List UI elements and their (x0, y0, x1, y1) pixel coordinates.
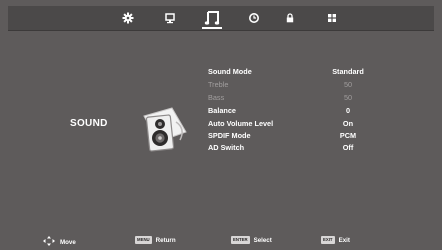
setting-label: SPDIF Mode (208, 131, 251, 141)
setting-label: Bass (208, 92, 225, 102)
gear-icon[interactable] (120, 10, 136, 26)
setting-label: AD Switch (208, 143, 245, 152)
setting-balance[interactable]: Balance 0 (208, 105, 408, 118)
tv-menu-panel: SOUND Sound Mode Standard Treble 50 Bass… (8, 6, 434, 246)
hint-label: Exit (338, 236, 350, 244)
active-tab-indicator (202, 27, 222, 29)
setting-label: Treble (208, 79, 229, 89)
enter-key: ENTER (231, 236, 250, 244)
section-title: SOUND (70, 118, 108, 129)
setting-value: Standard (332, 67, 364, 76)
hint-label: Select (253, 236, 272, 244)
setting-value: On (342, 118, 354, 128)
hint-return: MENU Return (135, 236, 176, 244)
setting-value: 50 (343, 79, 353, 89)
speaker-icon (136, 102, 192, 158)
setting-value: PCM (339, 131, 357, 141)
clock-icon[interactable] (246, 10, 262, 26)
setting-spdif-mode[interactable]: SPDIF Mode PCM (208, 130, 408, 143)
music-note-icon[interactable] (204, 10, 220, 26)
menu-key: MENU (135, 236, 152, 244)
monitor-icon[interactable] (162, 10, 178, 26)
setting-label: Sound Mode (208, 67, 252, 76)
setting-bass: Bass 50 (208, 92, 408, 105)
setting-sound-mode[interactable]: Sound Mode Standard (208, 66, 408, 79)
grid-icon[interactable] (324, 10, 340, 26)
hint-exit: EXIT Exit (321, 236, 350, 244)
setting-treble: Treble 50 (208, 79, 408, 92)
hint-label: Move (60, 238, 76, 246)
setting-value: Off (342, 143, 354, 152)
lock-icon[interactable] (282, 10, 298, 26)
setting-value: 50 (343, 92, 353, 102)
setting-value: 0 (345, 105, 351, 115)
dpad-icon (42, 236, 56, 248)
sound-settings-list: Sound Mode Standard Treble 50 Bass 50 Ba… (208, 66, 408, 151)
hint-label: Return (155, 236, 176, 244)
key-hint-bar: Move MENU Return ENTER Select EXIT Exit (8, 234, 434, 250)
menu-tab-bar (8, 6, 434, 31)
exit-key: EXIT (321, 236, 335, 244)
setting-auto-volume-level[interactable]: Auto Volume Level On (208, 118, 408, 131)
setting-label: Auto Volume Level (208, 118, 274, 128)
setting-ad-switch[interactable]: AD Switch Off (208, 143, 408, 151)
setting-label: Balance (208, 105, 236, 115)
hint-select: ENTER Select (231, 236, 272, 244)
hint-move: Move (42, 236, 76, 248)
